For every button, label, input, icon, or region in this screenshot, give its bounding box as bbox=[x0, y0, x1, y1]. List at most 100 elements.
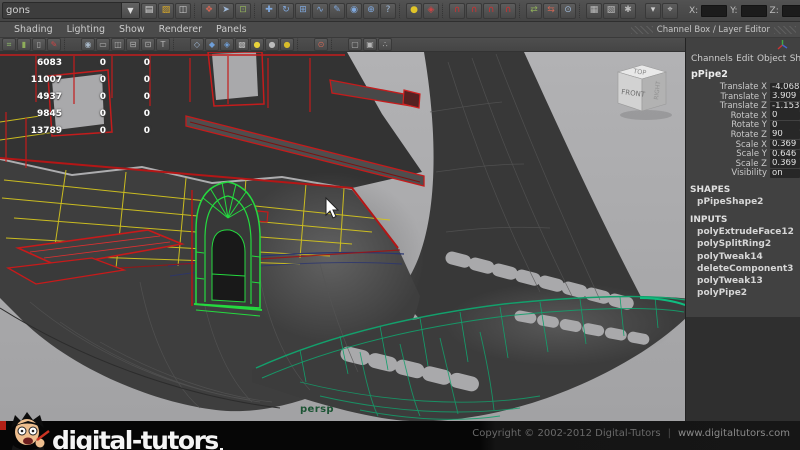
make-live-icon[interactable]: ◈ bbox=[423, 3, 439, 19]
isolate-select-icon[interactable]: ⊙ bbox=[314, 38, 328, 51]
new-scene-icon[interactable]: ▤ bbox=[141, 3, 157, 19]
paint-select-tool-icon[interactable]: ✎ bbox=[329, 3, 345, 19]
select-object-icon[interactable]: ➤ bbox=[218, 3, 234, 19]
resolution-gate-icon[interactable]: ◫ bbox=[111, 38, 125, 51]
input-node-item[interactable]: polyTweak13 bbox=[686, 275, 800, 287]
separate-icon[interactable]: ∴ bbox=[378, 38, 392, 51]
snap-curve-icon[interactable]: ∩ bbox=[466, 3, 482, 19]
lights-default-icon[interactable]: ● bbox=[280, 38, 294, 51]
panel-menu-item[interactable]: Lighting bbox=[67, 24, 105, 35]
channel-attribute-value[interactable]: -1.153 bbox=[770, 102, 800, 111]
textured-mode-icon[interactable]: ◈ bbox=[220, 38, 234, 51]
image-plane-icon[interactable]: ▯ bbox=[32, 38, 46, 51]
channel-attribute-value[interactable]: 0.369 bbox=[770, 140, 800, 149]
separator bbox=[297, 38, 311, 51]
camera-attributes-icon[interactable]: ◉ bbox=[81, 38, 95, 51]
ipr-render-icon[interactable]: ▧ bbox=[603, 3, 619, 19]
lights-all-icon[interactable]: ● bbox=[250, 38, 264, 51]
main-toolbar: gons ▼ ▤▨◫❖➤⊡✚↻⊞∿✎◉⊕?●◈∩∩∩∩⇄⇆⊙▦▧✱ ▾⌖ X: … bbox=[0, 0, 800, 22]
channel-attribute-value[interactable]: 90 bbox=[770, 130, 800, 139]
channel-attribute-value[interactable]: 0 bbox=[770, 121, 800, 130]
panel-menus: Shading Lighting Show Renderer Panels bbox=[0, 24, 247, 35]
safe-action-icon[interactable]: ⊡ bbox=[141, 38, 155, 51]
hud-poly-count-row: 4937 0 0 bbox=[2, 88, 150, 105]
snap-point-icon[interactable]: ∩ bbox=[483, 3, 499, 19]
shaded-mode-icon[interactable]: ◆ bbox=[205, 38, 219, 51]
selected-door-frame[interactable] bbox=[194, 182, 262, 316]
input-node-item[interactable]: polyExtrudeFace12 bbox=[686, 226, 800, 238]
output-connections-icon[interactable]: ⇆ bbox=[543, 3, 559, 19]
channel-attribute-value[interactable]: 3.909 bbox=[770, 92, 800, 101]
menu-set-dropdown[interactable]: gons ▼ bbox=[2, 2, 140, 19]
drag-handle-hatch bbox=[631, 26, 653, 34]
hud-poly-count-row: 13789 0 0 bbox=[2, 122, 150, 139]
channel-box-menu-item[interactable]: Edit bbox=[736, 54, 753, 64]
channel-attribute-value[interactable]: 0.369 bbox=[770, 159, 800, 168]
coordinate-input[interactable] bbox=[701, 5, 727, 17]
channel-attribute-row: Translate Y 3.909 bbox=[686, 92, 800, 102]
selected-object-name[interactable]: pPipe2 bbox=[686, 66, 800, 82]
input-node-item[interactable]: polyPipe2 bbox=[686, 287, 800, 299]
channel-attribute-value[interactable]: 0 bbox=[770, 111, 800, 120]
input-connections-icon[interactable]: ⇄ bbox=[526, 3, 542, 19]
channel-attribute-row: Rotate Z 90 bbox=[686, 130, 800, 140]
channel-attribute-value[interactable]: -4.068 bbox=[770, 83, 800, 92]
xray-icon[interactable]: ▢ bbox=[348, 38, 362, 51]
scale-tool-icon[interactable]: ⊞ bbox=[295, 3, 311, 19]
panel-menu-item[interactable]: Panels bbox=[216, 24, 247, 35]
channel-attribute-row: Scale Z 0.369 bbox=[686, 159, 800, 169]
gate-mask-icon[interactable]: ⊟ bbox=[126, 38, 140, 51]
show-manipulator-tool-icon[interactable]: ⊕ bbox=[363, 3, 379, 19]
snap-plane-icon[interactable]: ∩ bbox=[500, 3, 516, 19]
snap-grid-icon[interactable]: ∩ bbox=[449, 3, 465, 19]
lasso-tool-icon[interactable]: ∿ bbox=[312, 3, 328, 19]
channel-attribute-value[interactable]: on bbox=[770, 169, 800, 178]
channel-attribute-row: Scale X 0.369 bbox=[686, 140, 800, 150]
render-frame-icon[interactable]: ▦ bbox=[586, 3, 602, 19]
axis-dropdown-icon[interactable]: ▾ bbox=[645, 3, 661, 19]
input-node-item[interactable]: deleteComponent3 bbox=[686, 263, 800, 275]
checker-icon[interactable]: ▩ bbox=[235, 38, 249, 51]
digital-tutors-logo: digital-tutors bbox=[4, 410, 223, 450]
coordinate-input[interactable] bbox=[741, 5, 767, 17]
select-component-icon[interactable]: ⊡ bbox=[235, 3, 251, 19]
shape-node-item[interactable]: pPipeShape2 bbox=[686, 196, 800, 208]
pencil-icon[interactable]: ✎ bbox=[47, 38, 61, 51]
film-gate-icon[interactable]: ▭ bbox=[96, 38, 110, 51]
open-scene-icon[interactable]: ▨ bbox=[158, 3, 174, 19]
rotate-tool-icon[interactable]: ↻ bbox=[278, 3, 294, 19]
channel-box-menu-item[interactable]: Object bbox=[757, 54, 786, 64]
panel-menu-item[interactable]: Show bbox=[119, 24, 145, 35]
panel-menu-item[interactable]: Renderer bbox=[159, 24, 202, 35]
channel-box-title[interactable]: Channel Box / Layer Editor bbox=[657, 25, 770, 35]
construction-history-icon[interactable]: ⊙ bbox=[560, 3, 576, 19]
chevron-down-icon[interactable]: ▼ bbox=[121, 3, 139, 18]
input-node-item[interactable]: polySplitRing2 bbox=[686, 238, 800, 250]
render-settings-icon[interactable]: ✱ bbox=[620, 3, 636, 19]
channel-attribute-row: Visibility on bbox=[686, 168, 800, 178]
perspective-viewport[interactable]: TOP FRONT RIGHT 6083 0 0 11007 0 0 bbox=[0, 52, 685, 421]
panel-menu-item[interactable]: Shading bbox=[14, 24, 53, 35]
grid-toggle-icon[interactable]: ⌗ bbox=[2, 38, 16, 51]
wireframe-mode-icon[interactable]: ◇ bbox=[190, 38, 204, 51]
safe-title-icon[interactable]: T bbox=[156, 38, 170, 51]
input-node-item[interactable]: polyTweak14 bbox=[686, 251, 800, 263]
channel-attribute-value[interactable]: 0.646 bbox=[770, 150, 800, 159]
separator bbox=[442, 3, 446, 19]
channel-attribute-row: Rotate X 0 bbox=[686, 111, 800, 121]
branding-bar: digital-tutors Copyright © 2002-2012 Dig… bbox=[0, 421, 800, 450]
help-tool-icon[interactable]: ? bbox=[380, 3, 396, 19]
soft-mod-tool-icon[interactable]: ◉ bbox=[346, 3, 362, 19]
save-scene-icon[interactable]: ◫ bbox=[175, 3, 191, 19]
select-hierarchy-icon[interactable]: ❖ bbox=[201, 3, 217, 19]
snap-target-icon[interactable]: ⌖ bbox=[662, 3, 678, 19]
channel-box-menu-item[interactable]: Show bbox=[790, 54, 800, 64]
lights-selected-icon[interactable]: ● bbox=[265, 38, 279, 51]
inputs-list: polyExtrudeFace12polySplitRing2polyTweak… bbox=[686, 226, 800, 299]
channel-box-menu-item[interactable]: Channels bbox=[691, 54, 733, 64]
coordinate-input[interactable] bbox=[782, 5, 800, 17]
backface-icon[interactable]: ▣ bbox=[363, 38, 377, 51]
move-tool-icon[interactable]: ✚ bbox=[261, 3, 277, 19]
camera-bookmark-icon[interactable]: ▮ bbox=[17, 38, 31, 51]
lock-icon[interactable]: ● bbox=[406, 3, 422, 19]
